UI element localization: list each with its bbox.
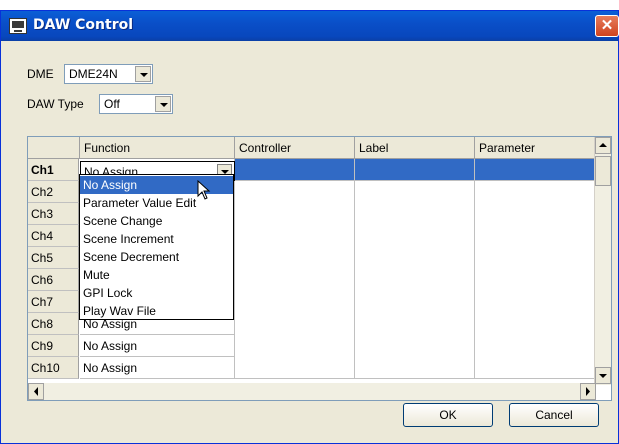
title-bar[interactable]: DAW Control ✕ bbox=[1, 11, 619, 41]
row-header-ch7[interactable]: Ch7 bbox=[28, 291, 79, 313]
ok-button[interactable]: OK bbox=[403, 403, 493, 427]
dme-device-icon bbox=[9, 18, 27, 34]
column-header-parameter[interactable]: Parameter bbox=[475, 137, 595, 159]
chevron-down-icon[interactable] bbox=[155, 96, 171, 112]
daw-type-select-value: Off bbox=[104, 97, 120, 111]
horizontal-scrollbar[interactable] bbox=[28, 383, 596, 400]
option-mute[interactable]: Mute bbox=[80, 266, 233, 284]
chevron-right-icon bbox=[586, 387, 590, 396]
column-header-label[interactable]: Label bbox=[355, 137, 475, 159]
dme-label: DME bbox=[27, 67, 54, 81]
cell-function-ch9[interactable]: No Assign bbox=[80, 335, 235, 357]
scroll-right-button[interactable] bbox=[580, 383, 596, 400]
dme-select-value: DME24N bbox=[69, 67, 118, 81]
cell-label-ch1[interactable] bbox=[355, 159, 475, 181]
option-scene-increment[interactable]: Scene Increment bbox=[80, 230, 233, 248]
row-header-ch5[interactable]: Ch5 bbox=[28, 247, 79, 269]
option-scene-decrement[interactable]: Scene Decrement bbox=[80, 248, 233, 266]
vertical-scrollbar[interactable] bbox=[594, 137, 611, 385]
row-header-ch9[interactable]: Ch9 bbox=[28, 335, 79, 357]
chevron-down-icon bbox=[599, 374, 607, 378]
row-header-ch4[interactable]: Ch4 bbox=[28, 225, 79, 247]
controller-cells[interactable] bbox=[235, 181, 355, 379]
daw-type-select[interactable]: Off bbox=[99, 94, 173, 114]
label-cells[interactable] bbox=[355, 181, 475, 379]
row-header-ch1[interactable]: Ch1 bbox=[28, 159, 79, 181]
chevron-down-icon[interactable] bbox=[135, 66, 151, 82]
mouse-pointer-icon bbox=[197, 180, 211, 200]
option-scene-change[interactable]: Scene Change bbox=[80, 212, 233, 230]
column-header-function[interactable]: Function bbox=[80, 137, 235, 159]
row-header-ch8[interactable]: Ch8 bbox=[28, 313, 79, 335]
window-title: DAW Control bbox=[33, 17, 134, 33]
close-icon: ✕ bbox=[600, 17, 614, 34]
cell-controller-ch1[interactable] bbox=[235, 159, 355, 181]
cell-parameter-ch1[interactable] bbox=[475, 159, 595, 181]
column-header-controller[interactable]: Controller bbox=[235, 137, 355, 159]
option-gpi-lock[interactable]: GPI Lock bbox=[80, 284, 233, 302]
option-play-wav-file[interactable]: Play Wav File bbox=[80, 302, 233, 320]
chevron-up-icon bbox=[599, 143, 607, 147]
scroll-down-button[interactable] bbox=[595, 367, 611, 384]
cell-function-ch10[interactable]: No Assign bbox=[80, 357, 235, 379]
dme-select[interactable]: DME24N bbox=[64, 64, 153, 84]
vertical-scroll-thumb[interactable] bbox=[595, 156, 611, 186]
row-header-ch2[interactable]: Ch2 bbox=[28, 181, 79, 203]
close-button[interactable]: ✕ bbox=[595, 15, 619, 37]
grid-corner-header bbox=[28, 137, 80, 159]
cancel-button[interactable]: Cancel bbox=[509, 403, 599, 427]
scroll-left-button[interactable] bbox=[28, 383, 44, 400]
scroll-up-button[interactable] bbox=[595, 137, 611, 154]
row-header-ch10[interactable]: Ch10 bbox=[28, 357, 79, 379]
daw-type-label: DAW Type bbox=[27, 97, 84, 111]
parameter-cells[interactable] bbox=[475, 181, 595, 379]
row-header-ch3[interactable]: Ch3 bbox=[28, 203, 79, 225]
chevron-left-icon bbox=[34, 387, 38, 396]
row-header-ch6[interactable]: Ch6 bbox=[28, 269, 79, 291]
